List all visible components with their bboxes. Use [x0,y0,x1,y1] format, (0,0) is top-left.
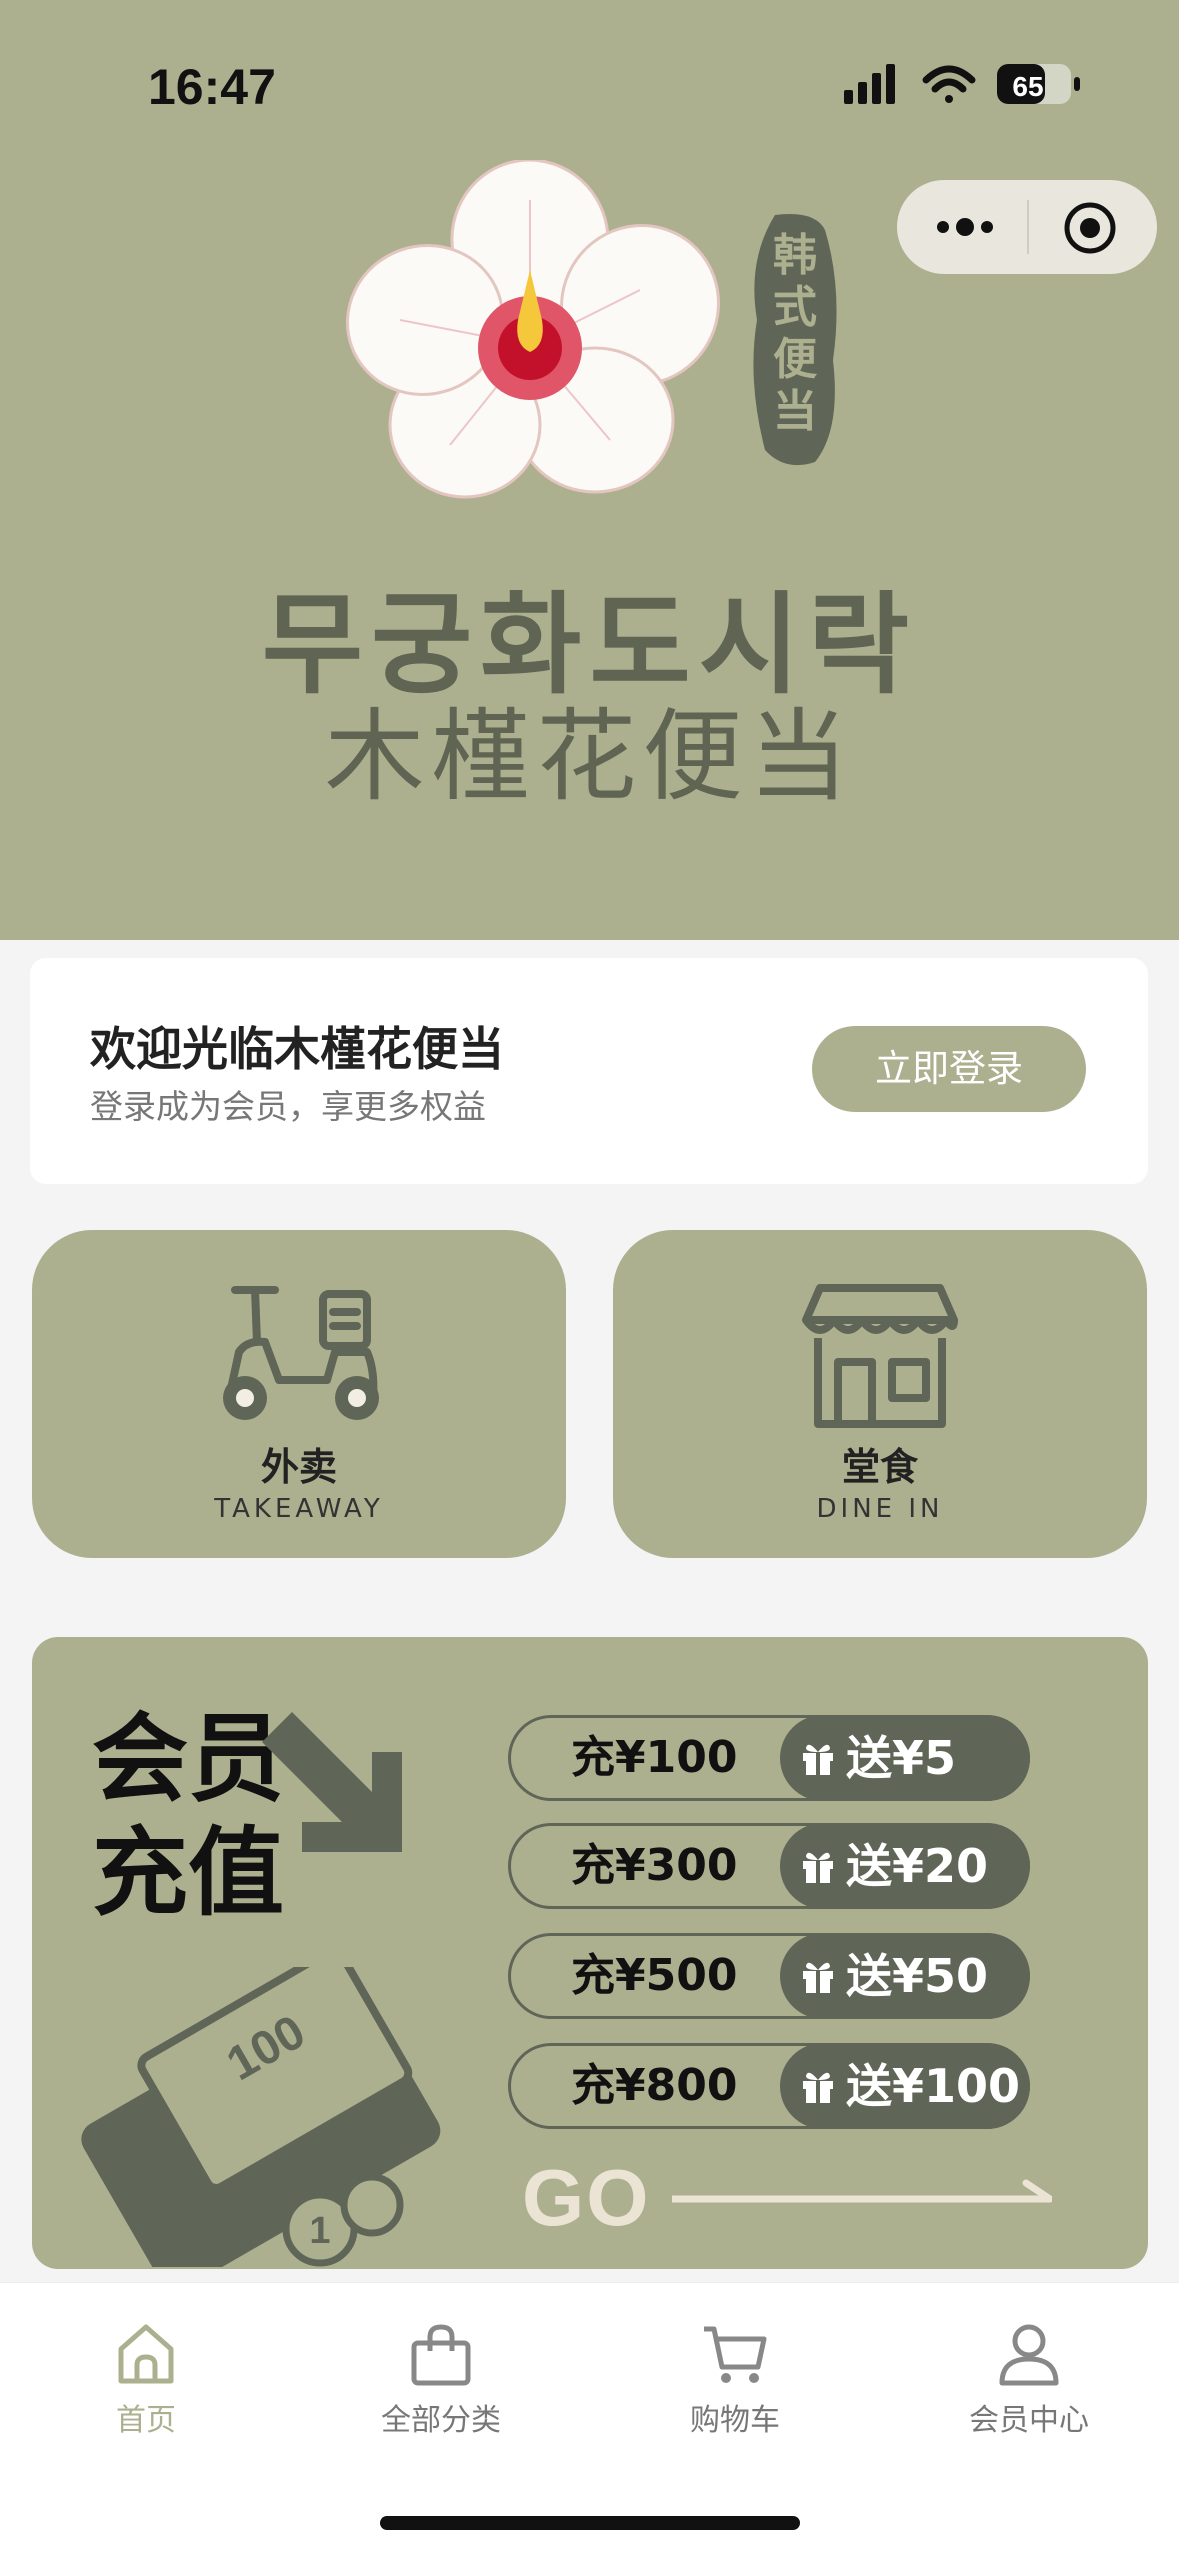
gift-icon [803,1962,833,1993]
tab-home-label: 首页 [116,2403,176,2438]
home-icon [118,2324,174,2384]
takeaway-card[interactable]: 外卖 TAKEAWAY [32,1230,566,1558]
store-icon [802,1284,958,1428]
welcome-card: 欢迎光临木槿花便当 登录成为会员，享更多权益 立即登录 [30,958,1148,1184]
takeaway-label: 外卖 [260,1445,337,1489]
brand-chinese-name: 木槿花便当 [324,698,855,815]
gift-icon [803,1744,833,1775]
recharge-tier-100[interactable]: 充¥100 送¥5 [508,1715,1030,1801]
battery-icon: 65 [997,64,1080,104]
tier-amount: 充¥300 [571,1840,738,1891]
signal-icon [844,64,895,104]
recharge-title-line2: 充值 [92,1817,284,1929]
recharge-tier-800[interactable]: 充¥800 送¥100 [508,2043,1030,2129]
status-indicators: 65 [844,64,1080,104]
gift-icon [803,1852,833,1883]
home-indicator[interactable] [380,2516,800,2530]
hero-banner: 16:47 65 韩式便当 무궁화도시락 木槿花便当 [0,0,1179,940]
tier-bonus-label: 送¥100 [846,2059,1021,2113]
tab-member-center[interactable]: 会员中心 [899,2321,1159,2439]
tier-bonus: 送¥100 [780,2043,1030,2129]
tier-bonus: 送¥50 [780,1933,1030,2019]
dine-in-label: 堂食 [841,1445,918,1489]
welcome-subtitle: 登录成为会员，享更多权益 [90,1087,486,1126]
hibiscus-logo-icon [345,160,720,499]
tier-bonus-label: 送¥20 [846,1839,989,1893]
recharge-title-line1: 会员 [92,1703,284,1815]
svg-text:韩式便当: 韩式便当 [773,230,818,437]
tab-member-label: 会员中心 [969,2403,1089,2438]
wifi-icon [922,65,976,103]
recharge-tier-500[interactable]: 充¥500 送¥50 [508,1933,1030,2019]
user-icon [999,2324,1059,2386]
close-miniprogram-icon[interactable] [1062,200,1118,256]
tier-amount: 充¥100 [571,1732,738,1783]
takeaway-sublabel: TAKEAWAY [214,1494,384,1524]
login-button[interactable]: 立即登录 [812,1026,1086,1112]
tab-home[interactable]: 首页 [16,2321,276,2439]
miniprogram-capsule[interactable] [897,180,1157,274]
arrow-down-right-icon [262,1712,402,1852]
battery-level: 65 [1012,71,1043,102]
cart-icon [704,2326,767,2383]
recharge-tier-300[interactable]: 充¥300 送¥20 [508,1823,1030,1909]
tier-amount: 充¥800 [571,2060,738,2111]
scooter-icon [223,1286,379,1420]
status-time: 16:47 [148,59,276,115]
tier-bonus-label: 送¥5 [846,1731,957,1785]
recharge-title: 会员 充值 [92,1702,284,1930]
more-icon[interactable] [935,210,995,244]
tab-cart-label: 购物车 [690,2403,780,2438]
dine-in-card[interactable]: 堂食 DINE IN [613,1230,1147,1558]
go-label[interactable]: GO [522,2152,650,2244]
capsule-divider [1027,200,1029,254]
tab-categories[interactable]: 全部分类 [311,2321,571,2439]
dine-in-sublabel: DINE IN [816,1494,944,1524]
wallet-icon: 100 1 [81,1967,441,2267]
welcome-title: 欢迎光临木槿花便当 [90,1022,504,1076]
tier-bonus: 送¥5 [780,1715,1030,1801]
tier-bonus-label: 送¥50 [846,1949,989,2003]
bag-icon [411,2324,471,2386]
gift-icon [803,2072,833,2103]
recharge-banner[interactable]: 会员 充值 100 1 充¥100 送¥5 充¥300 送¥20 充¥500 送… [32,1637,1148,2269]
tier-amount: 充¥500 [571,1950,738,2001]
tab-categories-label: 全部分类 [381,2403,501,2438]
coin-value: 1 [309,2210,330,2252]
tab-cart[interactable]: 购物车 [605,2321,865,2439]
tier-bonus: 送¥20 [780,1823,1030,1909]
stamp-seal: 韩式便当 [753,214,837,466]
go-arrow-icon [672,2179,1052,2203]
